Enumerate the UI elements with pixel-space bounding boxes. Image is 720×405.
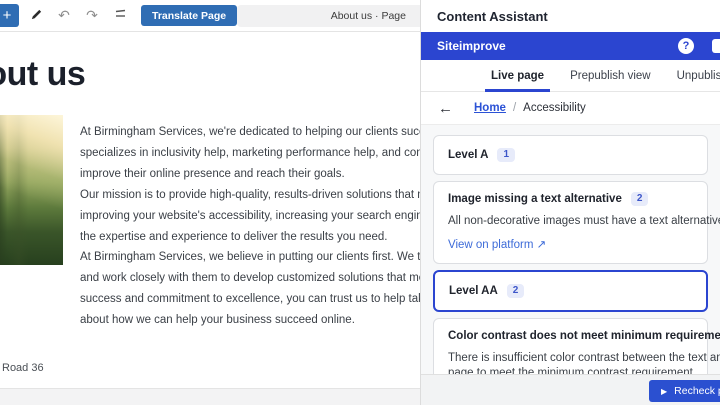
paragraph-line: improving your website's accessibility, … — [80, 206, 420, 227]
paragraph-line: At Birmingham Services, we believe in pu… — [80, 247, 420, 268]
issues-list: Level A 1 Image missing a text alternati… — [421, 125, 720, 374]
translate-page-button[interactable]: Translate Page — [141, 5, 237, 26]
outline-icon[interactable] — [109, 8, 131, 23]
assistant-header: Content Assistant — [421, 0, 720, 32]
play-icon: ▶ — [661, 387, 667, 396]
siteimprove-brand-bar: Siteimprove ? — [421, 32, 720, 60]
issue-title: Image missing a text alternative — [448, 193, 622, 205]
recheck-published-page-button[interactable]: ▶ Recheck publis — [649, 380, 720, 402]
paragraph-line: Our mission is to provide high-quality, … — [80, 185, 420, 206]
paragraph-line: and work closely with them to develop cu… — [80, 268, 420, 289]
page-footer-address: Road 36 — [2, 362, 44, 374]
redo-icon[interactable]: ↷ — [81, 7, 103, 24]
issue-card-color-contrast[interactable]: Color contrast does not meet minimum req… — [433, 318, 708, 375]
page-breadcrumb-pill[interactable]: About us · Page — [237, 5, 420, 27]
paragraph-line: the expertise and experience to deliver … — [80, 227, 420, 248]
undo-icon[interactable]: ↶ — [53, 7, 75, 24]
level-aa-group-card[interactable]: Level AA 2 — [433, 270, 708, 312]
back-arrow-icon[interactable]: ← — [438, 100, 453, 117]
paragraph-line: At Birmingham Services, we're dedicated … — [80, 122, 420, 143]
issue-card-image-alt[interactable]: Image missing a text alternative 2 All n… — [433, 181, 708, 264]
settings-icon[interactable] — [712, 39, 720, 53]
editor-bottom-bar — [0, 388, 420, 405]
help-icon[interactable]: ? — [678, 38, 694, 54]
issue-title: Color contrast does not meet minimum req… — [448, 330, 720, 342]
view-on-platform-link[interactable]: View on platform ↗ — [448, 237, 546, 251]
issue-description-line: There is insufficient color contrast bet… — [448, 351, 693, 367]
level-a-group-card[interactable]: Level A 1 — [433, 135, 708, 175]
tab-unpublish-risks[interactable]: Unpublish risks — [677, 60, 720, 92]
group-title: Level AA — [449, 285, 498, 297]
breadcrumb-home-link[interactable]: Home — [474, 102, 506, 114]
assistant-title: Content Assistant — [437, 9, 548, 24]
recheck-label: Recheck publis — [674, 385, 720, 397]
tab-live-page[interactable]: Live page — [491, 60, 544, 92]
add-block-button[interactable]: + — [0, 4, 19, 27]
tab-prepublish-view[interactable]: Prepublish view — [570, 60, 651, 92]
paragraph-2: Our mission is to provide high-quality, … — [80, 185, 420, 248]
editor-toolbar: + ↶ ↷ Translate Page About us · Page — [0, 0, 420, 32]
breadcrumb-current: Accessibility — [523, 102, 586, 114]
page-title: About us — [0, 55, 85, 94]
assistant-footer: ▶ Recheck publis — [421, 374, 720, 405]
paragraph-line: improve their online presence and reach … — [80, 164, 420, 185]
paragraph-line: specializes in inclusivity help, marketi… — [80, 143, 420, 164]
siteimprove-label: Siteimprove — [437, 39, 678, 53]
paragraph-line: about how we can help your business succ… — [80, 310, 420, 331]
editor-pane: + ↶ ↷ Translate Page About us · Page Abo… — [0, 0, 420, 405]
edit-pencil-icon[interactable] — [25, 8, 47, 24]
paragraph-1: At Birmingham Services, we're dedicated … — [80, 122, 420, 185]
issue-description: All non-decorative images must have a te… — [448, 214, 693, 230]
group-title: Level A — [448, 149, 488, 161]
breadcrumb-separator: / — [513, 102, 516, 114]
count-badge: 2 — [507, 284, 525, 298]
assistant-tabs: Live page Prepublish view Unpublish risk… — [421, 60, 720, 92]
count-badge: 2 — [631, 192, 649, 206]
issue-description-line: page to meet the minimum contrast requir… — [448, 366, 693, 374]
forest-hero-image — [0, 115, 63, 265]
content-assistant-panel: Content Assistant Siteimprove ? Live pag… — [420, 0, 720, 405]
breadcrumb: ← Home / Accessibility — [421, 92, 720, 125]
count-badge: 1 — [497, 148, 515, 162]
paragraph-line: success and commitment to excellence, yo… — [80, 289, 420, 310]
paragraph-3: At Birmingham Services, we believe in pu… — [80, 247, 420, 331]
